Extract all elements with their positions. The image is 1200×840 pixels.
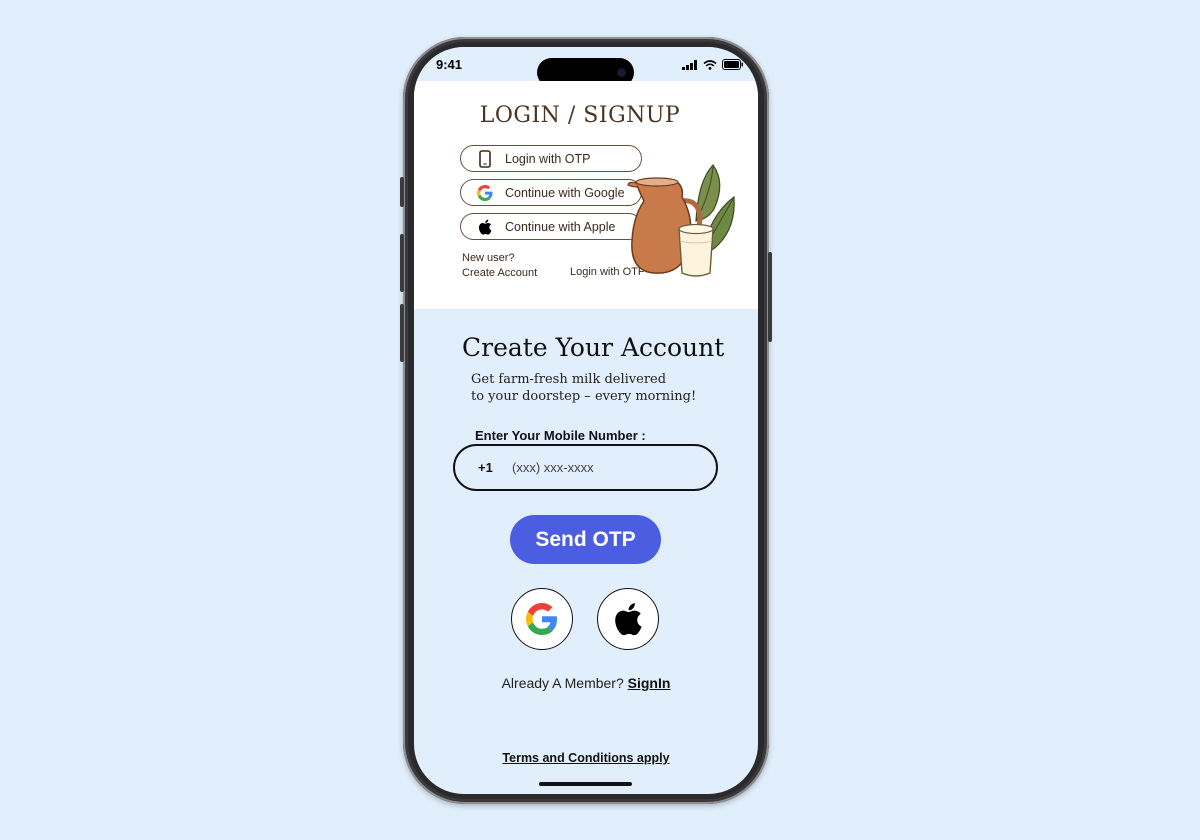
status-icons [682,59,744,70]
page-title: Create Your Account [462,333,725,362]
continue-with-google-option[interactable]: Continue with Google [460,179,642,206]
app-screen: 9:41 LOGIN / SIGNUP Login with OTP Conti… [414,47,758,794]
new-user-prompt: New user? Create Account [462,251,537,281]
subtitle-line: to your doorstep – every morning! [471,389,697,404]
apple-icon [475,217,495,237]
country-code[interactable]: +1 [478,460,510,475]
option-label: Login with OTP [505,151,591,166]
google-icon [475,183,495,203]
auth-options-banner: LOGIN / SIGNUP Login with OTP Continue w… [414,81,758,309]
volume-down-button [400,304,404,362]
home-indicator[interactable] [539,782,632,786]
milk-jug-illustration [627,164,735,277]
battery-icon [722,59,743,70]
phone-icon [475,149,495,169]
login-with-otp-option[interactable]: Login with OTP [460,145,642,172]
apple-icon [615,603,642,636]
mute-switch [400,177,404,207]
google-signin-button[interactable] [511,588,573,650]
signal-icon [682,59,697,70]
create-account-link[interactable]: Create Account [462,266,537,281]
send-otp-button[interactable]: Send OTP [510,515,661,564]
already-member-row: Already A Member? SignIn [414,675,758,691]
banner-title: LOGIN / SIGNUP [479,103,681,128]
continue-with-apple-option[interactable]: Continue with Apple [460,213,642,240]
wifi-icon [703,59,717,70]
option-label: Continue with Google [505,185,625,200]
volume-up-button [400,234,404,292]
mobile-number-input[interactable] [510,459,694,476]
already-member-text: Already A Member? [501,675,624,691]
status-bar: 9:41 [414,47,758,87]
new-user-text: New user? [462,252,515,264]
subtitle-line: Get farm-fresh milk delivered [471,372,667,387]
status-time: 9:41 [436,57,463,72]
page-subtitle: Get farm-fresh milk delivered to your do… [471,371,731,405]
signin-link[interactable]: SignIn [628,675,671,691]
apple-signin-button[interactable] [597,588,659,650]
terms-link[interactable]: Terms and Conditions apply [414,751,758,765]
power-button [768,252,772,342]
mobile-number-label: Enter Your Mobile Number : [475,428,646,443]
mobile-number-field[interactable]: +1 [453,444,718,491]
option-label: Continue with Apple [505,219,616,234]
google-icon [526,603,557,635]
